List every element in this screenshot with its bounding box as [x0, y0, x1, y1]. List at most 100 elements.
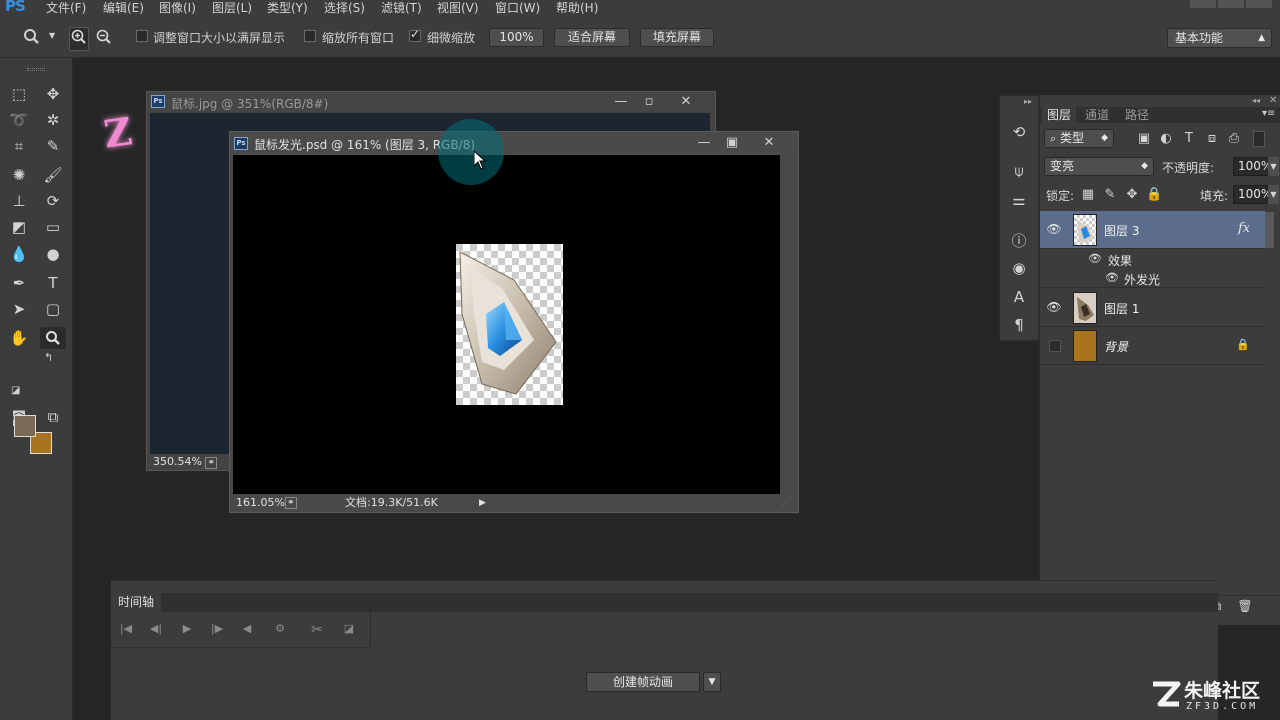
layer-filter-select[interactable]: ⌕ 类型 ◆	[1044, 129, 1114, 148]
status-link-icon[interactable]: ⚭	[285, 497, 297, 509]
tab-channels[interactable]: 通道	[1080, 107, 1114, 123]
clone-stamp-tool-icon[interactable]: ⊥	[6, 190, 32, 212]
tab-paths[interactable]: 路径	[1120, 107, 1154, 123]
doc-front-maximize-button[interactable]: ▣	[720, 135, 744, 151]
info-panel-icon[interactable]: ⓘ	[1008, 231, 1030, 251]
magic-wand-tool-icon[interactable]: ✲	[40, 109, 66, 131]
split-scissors-icon[interactable]: ✂	[308, 622, 326, 638]
fill-screen-button[interactable]: 填充屏幕	[640, 28, 714, 47]
visibility-eye-icon[interactable]: 👁	[1105, 271, 1119, 284]
create-frame-animation-button[interactable]: 创建帧动画	[586, 672, 700, 692]
doc-back-maximize-button[interactable]: ▫	[637, 94, 661, 110]
visibility-eye-icon[interactable]: 👁	[1088, 252, 1102, 265]
close-panel-icon[interactable]: ✕	[1269, 95, 1277, 106]
healing-brush-tool-icon[interactable]: ✺	[6, 164, 32, 186]
lock-position-icon[interactable]: ✥	[1124, 187, 1140, 202]
zoom-in-icon[interactable]	[69, 27, 89, 51]
layer-name[interactable]: 图层 1	[1104, 300, 1139, 317]
fill-dropdown-icon[interactable]: ▼	[1268, 185, 1279, 204]
lock-transparent-icon[interactable]: ▦	[1080, 187, 1096, 202]
next-frame-icon[interactable]: |▶	[208, 622, 226, 635]
fx-badge[interactable]: fx	[1238, 221, 1250, 236]
panel-menu-icon[interactable]: ▾≡	[1262, 108, 1275, 119]
doc-front-minimize-button[interactable]: —	[692, 135, 716, 151]
dodge-tool-icon[interactable]: ●	[40, 243, 66, 265]
adjustments-panel-icon[interactable]: ⚌	[1008, 190, 1030, 210]
pen-tool-icon[interactable]: ✒	[6, 272, 32, 294]
app-maximize-button[interactable]	[1218, 0, 1244, 8]
tool-preset-dropdown-icon[interactable]: ▼	[49, 31, 55, 40]
effects-row[interactable]: 👁 效果	[1040, 250, 1265, 269]
hand-tool-icon[interactable]: ✋	[6, 327, 32, 349]
outer-glow-effect-row[interactable]: 👁 外发光	[1040, 269, 1265, 288]
blur-tool-icon[interactable]: 💧	[6, 243, 32, 265]
filter-smart-object-icon[interactable]: ⎙	[1226, 131, 1242, 146]
rectangle-tool-icon[interactable]: ▢	[40, 298, 66, 320]
doc-back-close-button[interactable]: ✕	[674, 94, 698, 110]
doc-back-titlebar[interactable]: Ps 鼠标.jpg @ 351%(RGB/8#) — ▫ ✕	[147, 92, 715, 112]
doc-front-titlebar[interactable]: Ps 鼠标发光.psd @ 161% (图层 3, RGB/8) — ▣ ✕	[230, 132, 798, 155]
type-tool-icon[interactable]: T	[40, 272, 66, 294]
visibility-eye-icon[interactable]: 👁	[1046, 300, 1062, 314]
visibility-eye-icon[interactable]: 👁	[1046, 222, 1062, 236]
properties-panel-icon[interactable]: ◉	[1008, 258, 1030, 278]
foreground-color-swatch[interactable]	[14, 415, 36, 437]
screen-mode-icon[interactable]: ⧉	[40, 406, 66, 428]
delete-layer-icon[interactable]: 🗑	[1236, 599, 1254, 613]
document-window-front[interactable]: Ps 鼠标发光.psd @ 161% (图层 3, RGB/8) — ▣ ✕ 1…	[229, 131, 799, 513]
tab-layers[interactable]: 图层	[1042, 107, 1077, 123]
fit-screen-button[interactable]: 适合屏幕	[554, 28, 630, 47]
zoom-out-icon[interactable]	[94, 28, 114, 50]
prev-frame-icon[interactable]: ◀|	[147, 622, 165, 635]
resize-windows-checkbox[interactable]	[136, 30, 148, 42]
resize-grip-icon[interactable]: ⋰	[781, 494, 790, 512]
collapse-dock-icon[interactable]: ▸▸	[1024, 97, 1032, 106]
doc-front-canvas[interactable]	[233, 155, 780, 494]
swap-colors-icon[interactable]: ↰	[44, 351, 53, 364]
transition-icon[interactable]: ◪	[340, 622, 358, 635]
brush-presets-panel-icon[interactable]: ⍦	[1008, 161, 1030, 181]
doc-back-minimize-button[interactable]: —	[609, 94, 633, 110]
layer-row[interactable]: 背景 🔒	[1040, 327, 1265, 365]
filter-pixel-icon[interactable]: ▣	[1136, 131, 1152, 146]
layer-name[interactable]: 图层 3	[1104, 222, 1139, 239]
brush-tool-icon[interactable]: 🖌	[40, 164, 66, 186]
character-panel-icon[interactable]: A	[1008, 287, 1030, 307]
app-close-button[interactable]	[1246, 0, 1272, 8]
play-icon[interactable]: ▶	[178, 622, 196, 635]
lock-all-icon[interactable]: 🔒	[1146, 187, 1162, 202]
default-colors-icon[interactable]: ◪	[11, 385, 20, 396]
lasso-tool-icon[interactable]: ➰	[6, 109, 32, 131]
visibility-toggle-off[interactable]	[1049, 340, 1061, 352]
tab-timeline[interactable]: 时间轴	[111, 593, 162, 612]
audio-icon[interactable]: ◀	[238, 622, 256, 635]
zoom-tool-preset-icon[interactable]	[22, 28, 42, 50]
app-minimize-button[interactable]	[1190, 0, 1216, 8]
settings-gear-icon[interactable]: ⚙	[271, 622, 289, 635]
filter-shape-icon[interactable]: ⧈	[1204, 131, 1220, 146]
layer-name[interactable]: 背景	[1104, 338, 1128, 355]
status-menu-arrow-icon[interactable]: ▶	[479, 494, 486, 512]
gradient-tool-icon[interactable]: ▭	[40, 216, 66, 238]
filter-adjustment-icon[interactable]: ◐	[1158, 131, 1174, 146]
marquee-tool-icon[interactable]: ⬚	[6, 83, 32, 105]
doc-back-zoom[interactable]: 350.54%	[153, 455, 202, 468]
lock-image-icon[interactable]: ✎	[1102, 187, 1118, 202]
opacity-input[interactable]: 100%	[1233, 157, 1272, 176]
zoom-100-button[interactable]: 100%	[489, 28, 544, 47]
layer-row[interactable]: 👁 图层 3 fx	[1040, 211, 1265, 249]
crop-tool-icon[interactable]: ⌗	[6, 135, 32, 157]
doc-front-zoom[interactable]: 161.05%	[236, 494, 285, 512]
workspace-select[interactable]: 基本功能 ▲	[1167, 28, 1272, 48]
status-link-icon[interactable]: ⚭	[205, 457, 217, 469]
layer-row[interactable]: 👁 图层 1	[1040, 289, 1265, 327]
history-panel-icon[interactable]: ⟲	[1008, 122, 1030, 142]
doc-front-close-button[interactable]: ✕	[757, 135, 781, 151]
move-tool-icon[interactable]: ✥	[40, 83, 66, 105]
eraser-tool-icon[interactable]: ◩	[6, 216, 32, 238]
toolbox-grip[interactable]	[27, 68, 45, 71]
path-selection-tool-icon[interactable]: ➤	[6, 298, 32, 320]
zoom-all-windows-checkbox[interactable]	[304, 30, 316, 42]
collapse-panel-icon[interactable]: ◂◂	[1252, 96, 1260, 105]
eyedropper-tool-icon[interactable]: ✎	[40, 135, 66, 157]
